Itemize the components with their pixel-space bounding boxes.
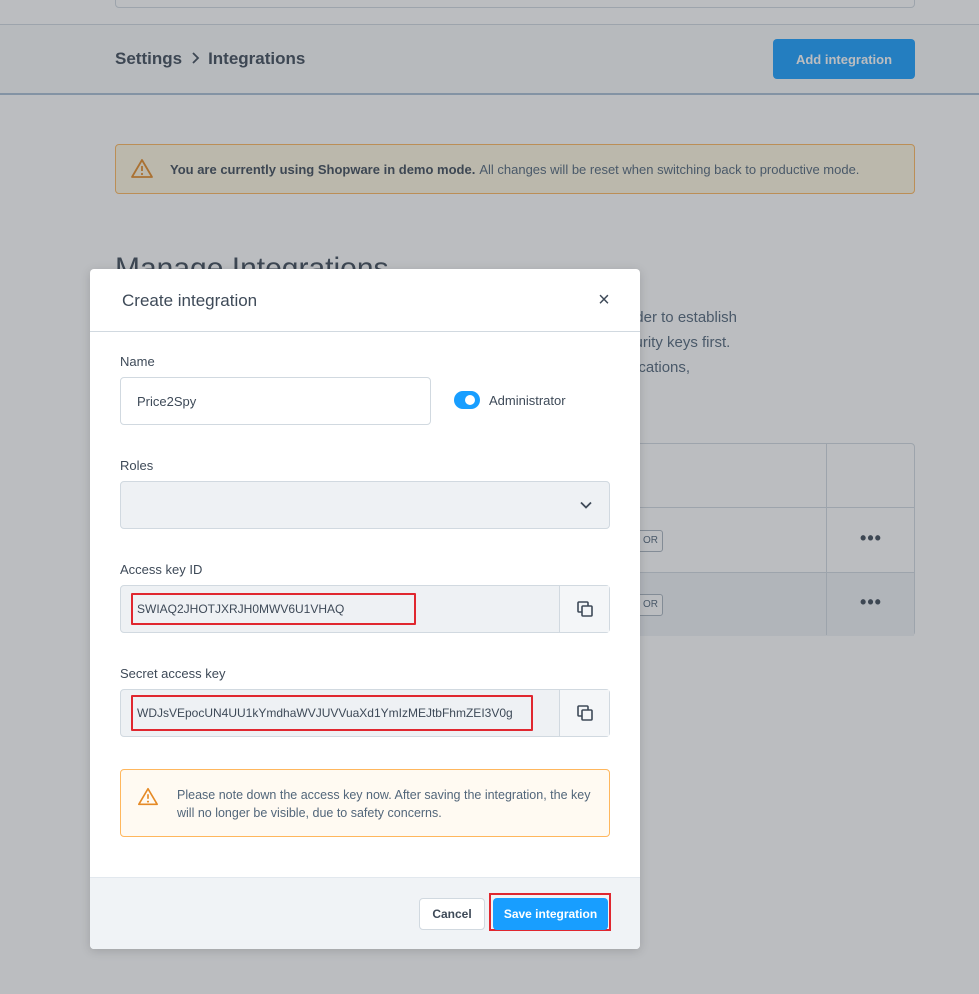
secret-key-label: Secret access key [120, 666, 226, 681]
modal-title: Create integration [122, 291, 258, 310]
access-key-field: SWIAQ2JHOTJXRJH0MWV6U1VHAQ [120, 585, 610, 633]
roles-select[interactable] [120, 481, 610, 529]
copy-access-key-button[interactable] [559, 586, 609, 632]
administrator-toggle[interactable] [454, 391, 480, 409]
access-key-label: Access key ID [120, 562, 203, 577]
copy-icon [576, 705, 593, 721]
copy-icon [576, 601, 593, 617]
modal-footer: Cancel Save integration [90, 877, 640, 949]
secret-key-value[interactable]: WDJsVEpocUN4UU1kYmdhaWVJUVVuaXd1YmIzMEJt… [137, 706, 513, 720]
name-label: Name [120, 354, 155, 369]
access-key-value[interactable]: SWIAQ2JHOTJXRJH0MWV6U1VHAQ [137, 602, 344, 616]
create-integration-modal: Create integration × Name Administrator … [90, 269, 640, 949]
roles-label: Roles [120, 458, 154, 473]
name-input[interactable] [120, 377, 431, 425]
cancel-button[interactable]: Cancel [419, 898, 485, 930]
close-icon[interactable]: × [593, 289, 615, 311]
toggle-knob [465, 395, 475, 405]
access-key-note-text: Please note down the access key now. Aft… [177, 788, 591, 820]
copy-secret-key-button[interactable] [559, 690, 609, 736]
secret-key-field: WDJsVEpocUN4UU1kYmdhaWVJUVVuaXd1YmIzMEJt… [120, 689, 610, 737]
modal-header: Create integration × [90, 269, 640, 332]
warning-icon [138, 787, 158, 806]
chevron-down-icon [580, 501, 592, 509]
save-integration-button[interactable]: Save integration [493, 898, 608, 930]
access-key-note-alert: Please note down the access key now. Aft… [120, 769, 610, 837]
administrator-label: Administrator [489, 393, 566, 408]
